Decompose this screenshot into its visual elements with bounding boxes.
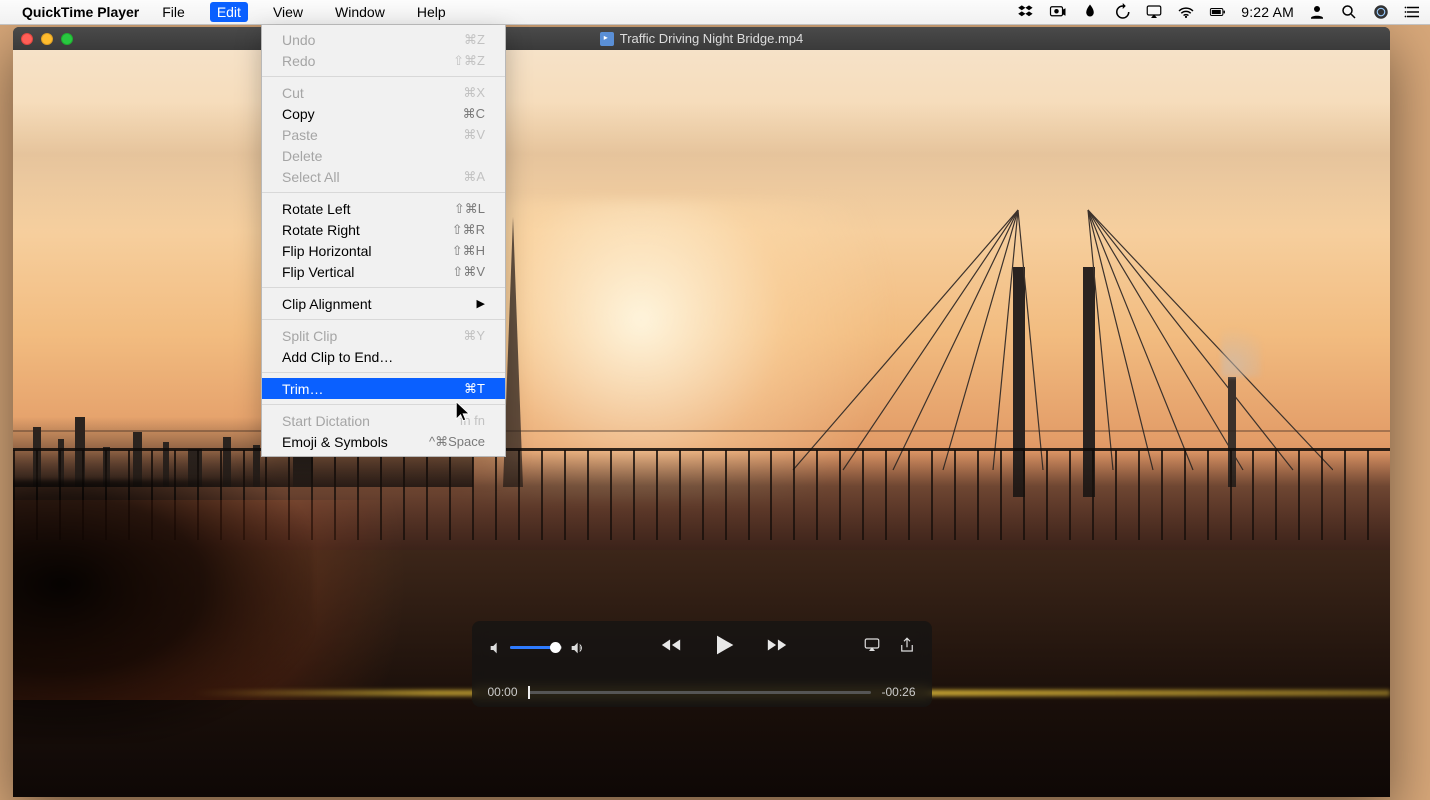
menu-separator <box>262 372 505 373</box>
volume-slider[interactable] <box>510 646 562 649</box>
menu-item-shortcut: ^⌘Space <box>429 434 485 450</box>
menu-item-flip-horizontal[interactable]: Flip Horizontal ⇧⌘H <box>262 240 505 261</box>
menu-item-label: Emoji & Symbols <box>282 434 388 450</box>
fast-forward-button[interactable] <box>764 634 790 661</box>
menu-item-cut: Cut ⌘X <box>262 82 505 103</box>
video-area[interactable]: 00:00 -00:26 <box>13 50 1390 797</box>
menu-item-shortcut: ⌘A <box>463 169 485 185</box>
menu-item-shortcut: ⇧⌘Z <box>453 53 485 69</box>
menu-item-shortcut: ⇧⌘L <box>454 201 485 217</box>
battery-icon[interactable] <box>1209 3 1227 21</box>
menu-item-label: Clip Alignment <box>282 296 372 312</box>
menu-help[interactable]: Help <box>410 2 453 22</box>
menu-item-label: Select All <box>282 169 340 185</box>
menu-item-label: Rotate Left <box>282 201 351 217</box>
bridge-tower-left <box>503 217 523 487</box>
menu-file[interactable]: File <box>155 2 192 22</box>
menu-item-shortcut: ⇧⌘V <box>452 264 485 280</box>
menu-item-shortcut: ⌘X <box>463 85 485 101</box>
rewind-button[interactable] <box>658 634 684 661</box>
player-controls: 00:00 -00:26 <box>472 621 932 707</box>
edit-menu-dropdown: Undo ⌘Z Redo ⇧⌘Z Cut ⌘X Copy ⌘C Paste ⌘V Delete Sel… <box>261 25 506 457</box>
screen-record-icon[interactable] <box>1049 3 1067 21</box>
menu-item-label: Rotate Right <box>282 222 360 238</box>
clock[interactable]: 9:22 AM <box>1241 4 1294 20</box>
menu-window[interactable]: Window <box>328 2 392 22</box>
menu-item-label: Delete <box>282 148 322 164</box>
window-title-text: Traffic Driving Night Bridge.mp4 <box>620 31 804 46</box>
menu-item-label: Paste <box>282 127 318 143</box>
menu-item-shortcut: ⌘V <box>463 127 485 143</box>
mouse-cursor <box>455 401 473 430</box>
menu-item-label: Flip Vertical <box>282 264 354 280</box>
submenu-arrow-icon: ▶ <box>477 297 485 310</box>
menu-edit[interactable]: Edit <box>210 2 248 22</box>
menu-item-rotate-left[interactable]: Rotate Left ⇧⌘L <box>262 198 505 219</box>
volume-low-icon <box>488 640 504 656</box>
menu-bar: QuickTime Player File Edit View Window H… <box>0 0 1430 25</box>
siri-icon[interactable] <box>1372 3 1390 21</box>
time-elapsed: 00:00 <box>488 685 518 699</box>
user-icon[interactable] <box>1308 3 1326 21</box>
menu-item-label: Copy <box>282 106 315 122</box>
quicktime-window: Traffic Driving Night Bridge.mp4 <box>13 27 1390 797</box>
menu-item-shortcut: ⇧⌘R <box>452 222 485 238</box>
volume-control[interactable] <box>488 640 586 656</box>
menu-separator <box>262 192 505 193</box>
menu-item-split-clip: Split Clip ⌘Y <box>262 325 505 346</box>
menu-item-label: Trim… <box>282 381 323 397</box>
time-remaining: -00:26 <box>881 685 915 699</box>
menu-view[interactable]: View <box>266 2 310 22</box>
menu-item-delete: Delete <box>262 145 505 166</box>
menu-item-label: Start Dictation <box>282 413 370 429</box>
time-machine-icon[interactable] <box>1113 3 1131 21</box>
menu-item-label: Cut <box>282 85 304 101</box>
menu-item-shortcut: ⌘C <box>463 106 485 122</box>
airplay-button[interactable] <box>862 636 882 659</box>
window-title: Traffic Driving Night Bridge.mp4 <box>13 31 1390 46</box>
volume-high-icon <box>568 640 586 656</box>
menu-item-emoji-symbols[interactable]: Emoji & Symbols ^⌘Space <box>262 431 505 452</box>
menu-item-clip-alignment[interactable]: Clip Alignment ▶ <box>262 293 505 314</box>
menu-item-flip-vertical[interactable]: Flip Vertical ⇧⌘V <box>262 261 505 282</box>
timeline-scrubber[interactable] <box>528 691 872 694</box>
menu-item-trim[interactable]: Trim… ⌘T <box>262 378 505 399</box>
menu-separator <box>262 76 505 77</box>
wifi-icon[interactable] <box>1177 3 1195 21</box>
share-button[interactable] <box>898 635 916 660</box>
spotlight-icon[interactable] <box>1340 3 1358 21</box>
backblaze-icon[interactable] <box>1081 3 1099 21</box>
menu-item-rotate-right[interactable]: Rotate Right ⇧⌘R <box>262 219 505 240</box>
car-silhouette <box>13 480 313 740</box>
notification-center-icon[interactable] <box>1404 3 1422 21</box>
menu-item-shortcut: ⇧⌘H <box>452 243 485 259</box>
menu-item-paste: Paste ⌘V <box>262 124 505 145</box>
menu-item-label: Split Clip <box>282 328 337 344</box>
menu-item-add-clip-to-end[interactable]: Add Clip to End… <box>262 346 505 367</box>
menu-item-shortcut: ⌘T <box>464 381 485 397</box>
menu-item-label: Undo <box>282 32 315 48</box>
window-titlebar[interactable]: Traffic Driving Night Bridge.mp4 <box>13 27 1390 50</box>
menu-item-label: Add Clip to End… <box>282 349 393 365</box>
play-button[interactable] <box>710 631 738 664</box>
document-icon <box>600 32 614 46</box>
playhead[interactable] <box>528 686 530 699</box>
menu-bar-right: 9:22 AM <box>1017 3 1422 21</box>
menu-separator <box>262 319 505 320</box>
menu-item-shortcut: ⌘Z <box>464 32 485 48</box>
menu-item-copy[interactable]: Copy ⌘C <box>262 103 505 124</box>
menu-item-label: Redo <box>282 53 315 69</box>
menu-item-label: Flip Horizontal <box>282 243 371 259</box>
airplay-icon[interactable] <box>1145 3 1163 21</box>
app-name[interactable]: QuickTime Player <box>22 4 139 20</box>
menu-item-redo: Redo ⇧⌘Z <box>262 50 505 71</box>
menu-item-select-all: Select All ⌘A <box>262 166 505 187</box>
menu-separator <box>262 287 505 288</box>
menu-item-undo: Undo ⌘Z <box>262 29 505 50</box>
dropbox-icon[interactable] <box>1017 3 1035 21</box>
menu-item-shortcut: ⌘Y <box>463 328 485 344</box>
